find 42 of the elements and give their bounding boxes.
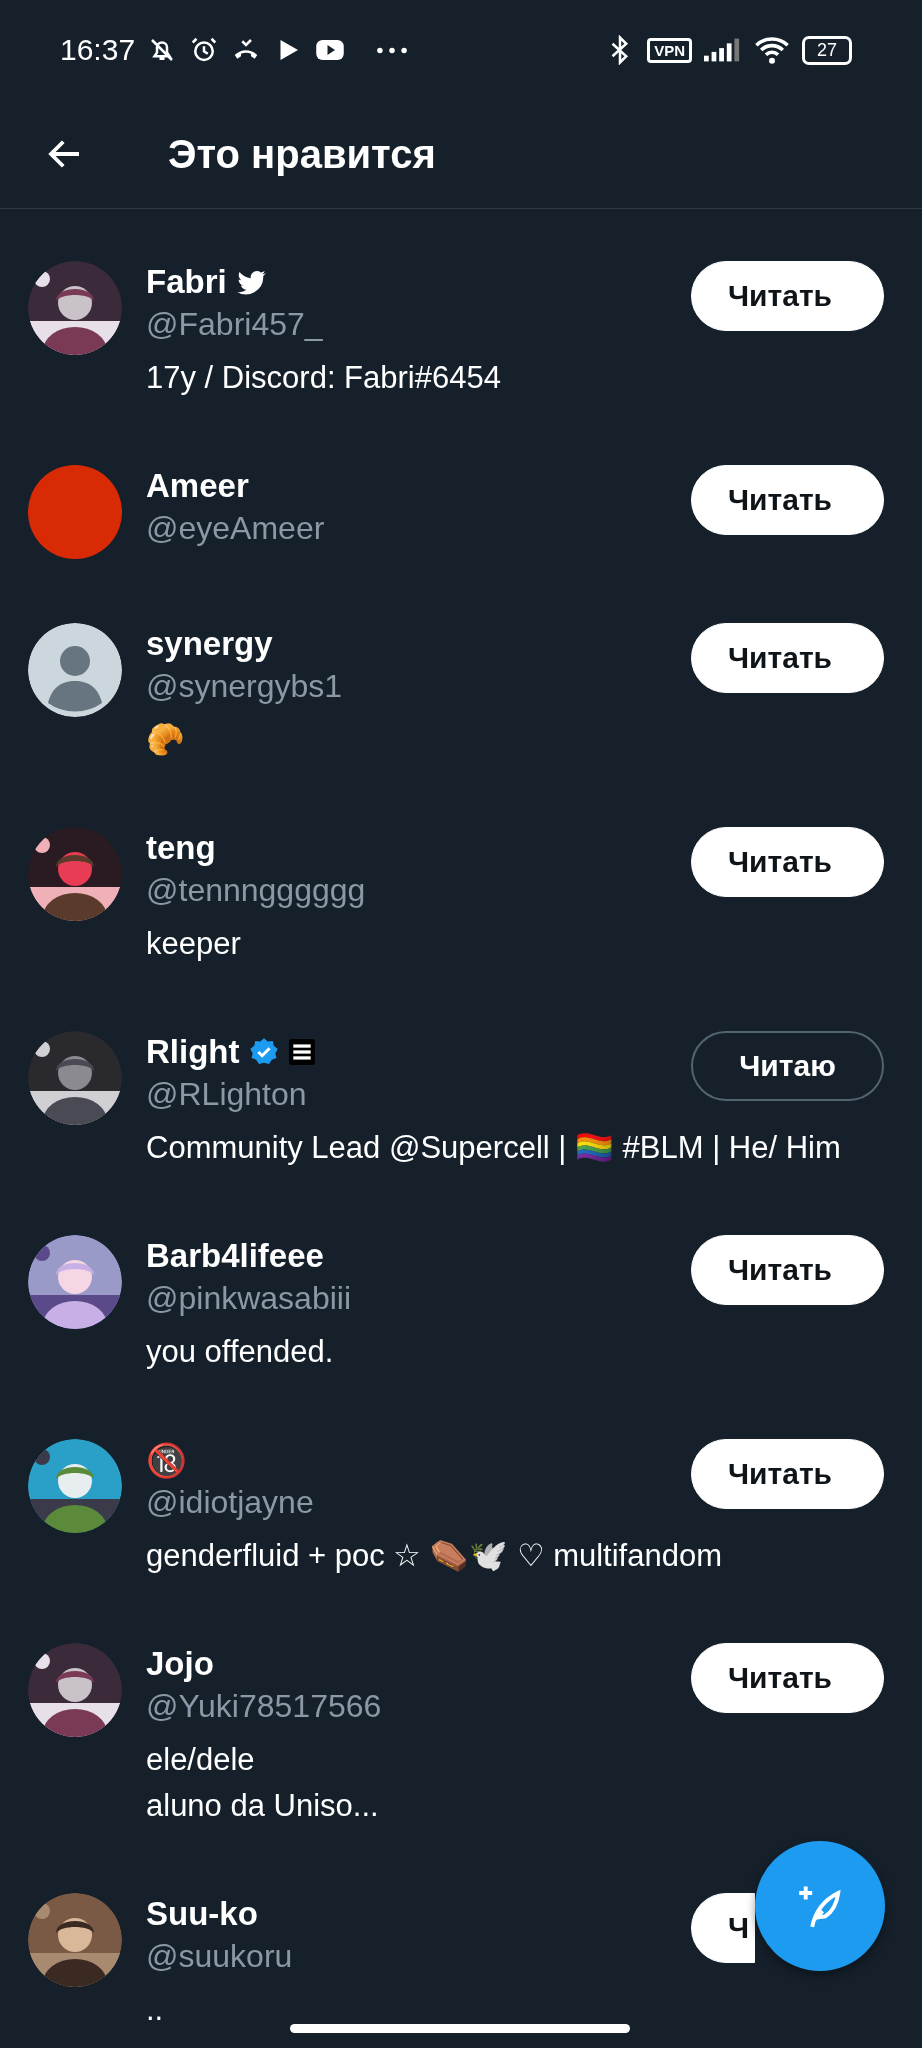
follow-button[interactable]: Читать	[691, 261, 884, 331]
default-avatar-icon[interactable]	[28, 623, 122, 717]
user-handle[interactable]: @eyeAmeer	[146, 507, 667, 549]
page-title: Это нравится	[168, 131, 436, 177]
user-name[interactable]: Barb4lifeee	[146, 1237, 324, 1275]
follow-button[interactable]: Читать	[691, 1439, 884, 1509]
wifi-icon	[753, 35, 790, 65]
user-name[interactable]: Jojo	[146, 1645, 214, 1683]
user-bio: 17y / Discord: Fabri#6454	[146, 359, 501, 397]
user-handle[interactable]: @tennngggggg	[146, 869, 667, 911]
user-bio: ele/dele	[146, 1741, 255, 1779]
user-bio: ..	[146, 1991, 164, 2029]
user-name[interactable]: Fabri	[146, 263, 227, 301]
user-name[interactable]: synergy	[146, 625, 273, 663]
follow-button[interactable]: Читать	[691, 827, 884, 897]
follow-button[interactable]: Читаю	[691, 1031, 884, 1101]
user-handle[interactable]: @Fabri457_	[146, 303, 667, 345]
vpn-indicator: VPN	[647, 37, 692, 63]
user-name[interactable]: Ameer	[146, 467, 249, 505]
status-time: 16:37	[60, 33, 136, 67]
user-name[interactable]: Suu-ko	[146, 1895, 258, 1933]
user-bio: genderfluid + poc ☆ ⚰🕊 ♡ multifandom	[146, 1537, 722, 1575]
verified-icon	[249, 1037, 280, 1067]
user-bio: Community Lead @Supercell | 🏳‍🌈 #BLM | He/ Him	[146, 1129, 841, 1167]
user-name[interactable]: teng	[146, 829, 216, 867]
user-handle[interactable]: @suukoru	[146, 1935, 667, 1977]
user-bio: aluno da Uniso...	[146, 1787, 379, 1825]
follow-button[interactable]: Читать	[691, 1643, 884, 1713]
user-handle[interactable]: @Yuki78517566	[146, 1685, 667, 1727]
battery-indicator: 27	[801, 35, 852, 65]
user-bio: 🥐	[146, 721, 185, 759]
user-bio: keeper	[146, 925, 241, 963]
user-handle[interactable]: @idiotjayne	[146, 1481, 667, 1523]
follow-button[interactable]: Читать	[691, 1235, 884, 1305]
follow-button[interactable]: Читать	[691, 465, 884, 535]
user-handle[interactable]: @RLighton	[146, 1073, 667, 1115]
follow-button[interactable]: Читать	[691, 623, 884, 693]
user-name[interactable]: Rlight	[146, 1033, 240, 1071]
user-handle[interactable]: @pinkwasabiii	[146, 1277, 667, 1319]
user-bio: you offended.	[146, 1333, 334, 1371]
user-handle[interactable]: @synergybs1	[146, 665, 667, 707]
follow-button[interactable]: Ч	[691, 1893, 755, 1963]
